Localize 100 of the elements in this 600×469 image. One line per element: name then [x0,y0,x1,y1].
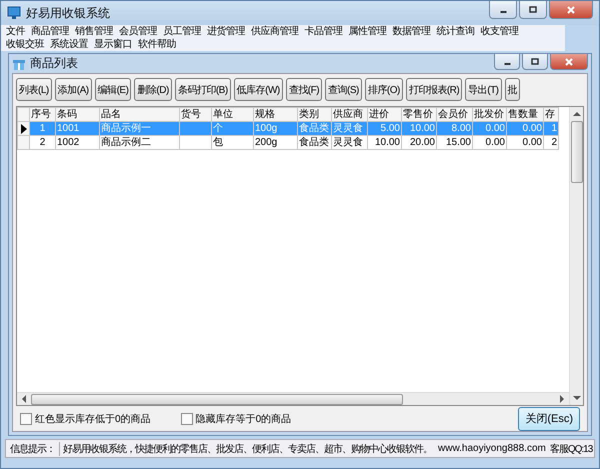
window-title: 好易用收银系统 [26,4,110,22]
toolbar-button[interactable]: 条码打印(B) [174,78,231,101]
close-button[interactable] [550,54,588,70]
table-cell: 包 [212,136,254,150]
menu-item[interactable]: 收支管理 [478,25,522,38]
table-cell: 200g [254,136,298,150]
status-message: 好易用收银系统，快捷便利的零售店、批发店、便利店、专卖店、超市、购物中心收银软件。 [62,442,433,456]
toolbar-button[interactable]: 删除(D) [134,78,172,101]
toolbar-button[interactable]: 查找(F) [286,78,322,101]
horizontal-scrollbar-thumb[interactable] [31,394,403,404]
column-header[interactable]: 规格 [254,108,298,122]
column-header[interactable]: 存 [544,108,558,122]
maximize-icon [530,56,540,66]
close-icon [566,4,576,14]
vertical-scrollbar-thumb[interactable] [570,121,582,183]
monitor-icon [7,6,21,20]
column-header[interactable]: 货号 [180,108,212,122]
column-header[interactable]: 会员价 [436,108,472,122]
close-button[interactable] [549,1,593,19]
table-cell: 食品类 [298,122,332,136]
close-dialog-button[interactable]: 关闭(Esc) [518,406,580,430]
table-cell: 灵灵食 [332,122,368,136]
minimize-icon [500,11,506,13]
scroll-up-icon[interactable] [572,111,580,117]
table-cell: 商品示例一 [100,122,180,136]
table-cell: 100g [254,122,298,136]
column-header[interactable]: 条码 [56,108,100,122]
toolbar-button[interactable]: 编辑(E) [94,78,132,101]
scroll-left-icon[interactable] [21,395,27,403]
menu-item[interactable]: 文件 [3,25,28,38]
menu-item[interactable]: 供应商管理 [248,25,302,38]
table-cell: 0.00 [506,122,544,136]
child-window-title: 商品列表 [30,55,78,72]
menu-item[interactable]: 显示窗口 [91,38,135,51]
column-header[interactable]: 单位 [212,108,254,122]
table-cell: 2 [544,136,558,150]
column-header[interactable]: 序号 [30,108,56,122]
menu-item[interactable]: 进货管理 [204,25,248,38]
table-cell: 个 [212,122,254,136]
minimize-button[interactable] [489,1,517,19]
menu-item[interactable]: 商品管理 [28,25,72,38]
table-cell [180,136,212,150]
table-cell [180,122,212,136]
menu-item[interactable]: 销售管理 [72,25,116,38]
column-header[interactable]: 售数量 [506,108,544,122]
table-cell: 8.00 [436,122,472,136]
table-cell: 10.00 [402,122,436,136]
table-cell: 1002 [56,136,100,150]
table-cell: 20.00 [402,136,436,150]
table-cell: 15.00 [436,136,472,150]
column-header[interactable]: 供应商 [332,108,368,122]
table-cell: 商品示例二 [100,136,180,150]
table-cell: 0.00 [472,136,506,150]
table-cell: 灵灵食 [332,136,368,150]
checkbox[interactable] [180,412,193,424]
menu-item[interactable]: 收银交班 [3,38,47,51]
toolbar-button[interactable]: 排序(O) [364,78,403,101]
status-label: 信息提示： [6,442,60,456]
table-cell: 食品类 [298,136,332,150]
menu-item[interactable]: 统计查询 [434,25,478,38]
toolbar-button[interactable]: 打印报表(R) [406,78,462,101]
toolbar-button[interactable]: 列表(L) [16,78,52,101]
column-header[interactable]: 批发价 [472,108,506,122]
checkbox-label: 隐藏库存等于0的商品 [196,412,292,426]
maximize-button[interactable] [519,1,547,19]
table-cell: 1001 [56,122,100,136]
table-cell: 2 [30,136,56,150]
current-row-icon [20,124,26,134]
minimize-button[interactable] [494,54,520,70]
column-header[interactable]: 进价 [368,108,402,122]
toolbar-button[interactable]: 批 [504,78,520,101]
checkbox[interactable] [20,412,32,424]
column-header[interactable]: 品名 [100,108,180,122]
website-text: www.haoyiyong888.com [437,443,547,454]
maximize-icon [528,4,538,14]
toolbar-button[interactable]: 导出(T) [465,78,502,101]
menu-item[interactable]: 卡品管理 [302,25,346,38]
close-icon [564,56,574,66]
support-text: 客服QQ:13 [548,442,594,456]
table-row[interactable]: 2 1002 商品示例二 包 200g 食品类 灵灵食 10.00 20.00 15.00 0.00 0.00 2 [18,136,558,150]
table-cell: 5.00 [368,122,402,136]
toolbar-button[interactable]: 添加(A) [54,78,92,101]
menu-item[interactable]: 软件帮助 [135,38,179,51]
column-header[interactable]: 零售价 [402,108,436,122]
toolbar-button[interactable]: 低库存(W) [234,78,283,101]
menu-item[interactable]: 数据管理 [390,25,434,38]
minimize-icon [504,63,510,65]
menu-item[interactable]: 会员管理 [116,25,160,38]
toolbar-button[interactable]: 查询(S) [325,78,362,101]
menu-item[interactable]: 属性管理 [346,25,390,38]
menu-item[interactable]: 系统设置 [47,38,91,51]
checkbox-label: 红色显示库存低于0的商品 [35,412,151,426]
column-header[interactable]: 类别 [298,108,332,122]
table-cell: 10.00 [368,136,402,150]
maximize-button[interactable] [522,54,548,70]
menu-item[interactable]: 员工管理 [160,25,204,38]
table-cell: 0.00 [472,122,506,136]
scroll-down-icon[interactable] [572,395,580,401]
table-cell: 0.00 [506,136,544,150]
scroll-right-icon[interactable] [559,395,565,403]
